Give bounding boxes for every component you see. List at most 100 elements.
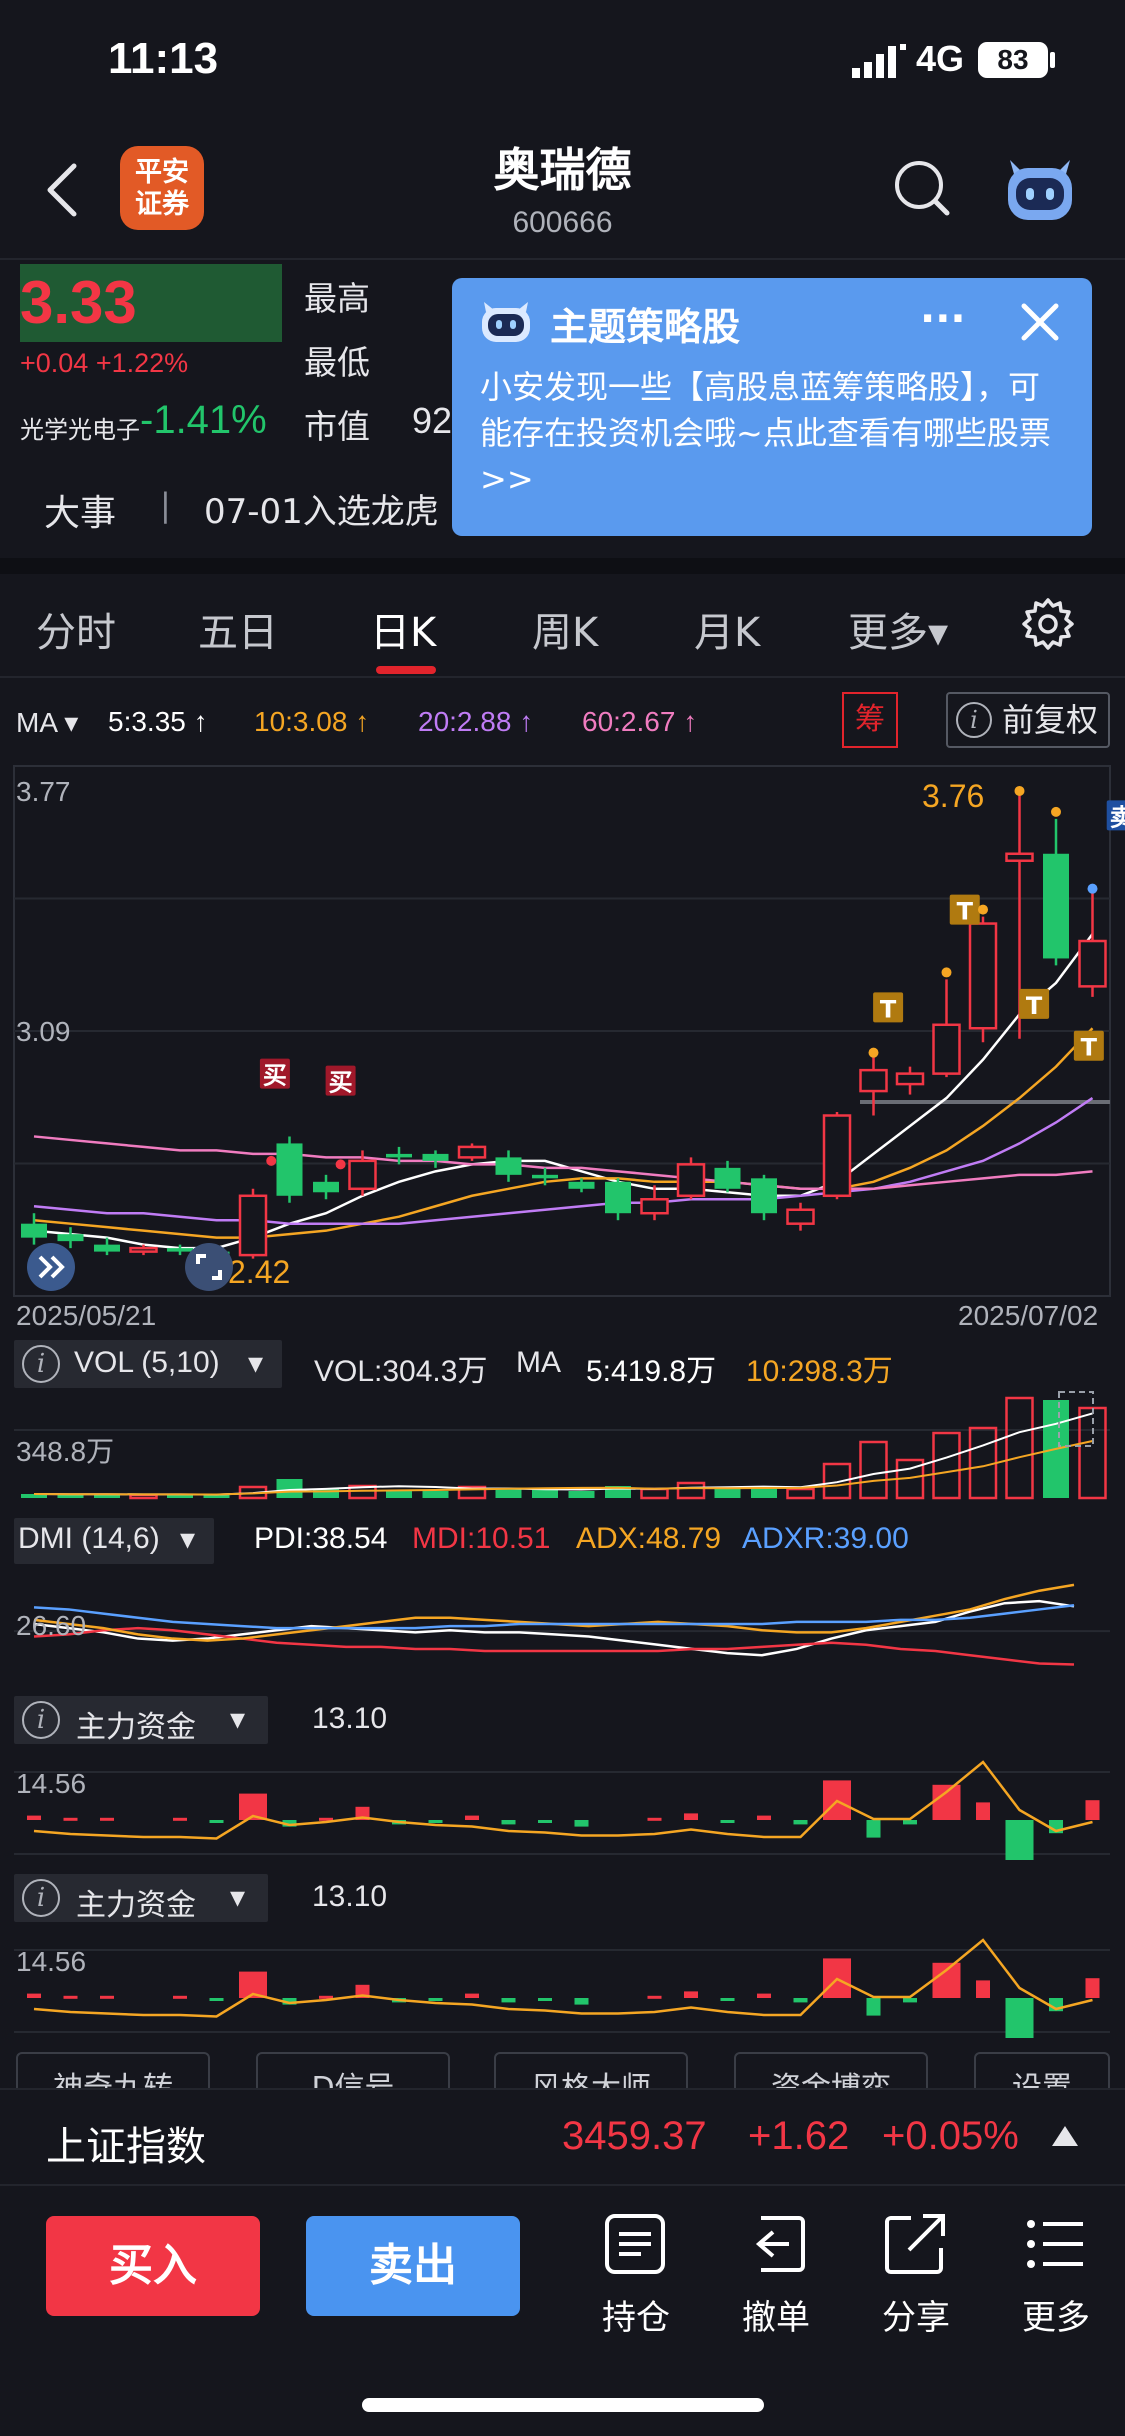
fullscreen-icon[interactable] <box>184 1242 234 1292</box>
fund-bar <box>793 1820 808 1825</box>
fund-bar <box>866 1998 881 2016</box>
fund-bar <box>757 1815 771 1820</box>
sell-button[interactable]: 卖出 <box>306 2216 520 2316</box>
fund-info-icon[interactable]: i <box>22 1701 60 1739</box>
tab-daily-k[interactable]: 日K <box>370 600 436 658</box>
robot-assistant-icon[interactable] <box>1000 150 1080 226</box>
dmi-pdi-line <box>33 1599 1075 1657</box>
fund-bar <box>932 1784 961 1820</box>
max-price-label: 3.76 <box>922 778 985 814</box>
marker-dot <box>978 904 988 915</box>
candle-body <box>822 1114 852 1198</box>
candle-body <box>1043 853 1069 959</box>
fund-dropdown-icon: ▾ <box>230 1703 246 1736</box>
candle-body <box>676 1163 706 1198</box>
volume-chart[interactable] <box>0 1390 1125 1502</box>
volume-bar <box>786 1487 815 1500</box>
marker-dot <box>266 1155 277 1166</box>
dmi-mdi: MDI:10.51 <box>412 1522 551 1555</box>
chip-distribution-button[interactable]: 筹 <box>842 692 898 748</box>
dmi-chart[interactable] <box>0 1566 1125 1682</box>
battery-tip <box>1050 52 1055 68</box>
expand-left-icon[interactable] <box>26 1242 76 1292</box>
menu-icon[interactable] <box>1021 2212 1091 2278</box>
candle-body <box>422 1153 449 1161</box>
volume-bar <box>422 1491 449 1498</box>
candle-body <box>751 1178 777 1214</box>
event-separator: | <box>160 486 171 524</box>
fund-info-icon-2[interactable]: i <box>22 1879 60 1917</box>
candle-body <box>605 1181 631 1214</box>
tab-five-day[interactable]: 五日 <box>198 600 278 658</box>
section-divider <box>0 558 1125 574</box>
candle-body <box>94 1244 120 1252</box>
dmi-adx: ADX:48.79 <box>576 1522 722 1555</box>
marker-dot <box>1087 883 1098 894</box>
expand-up-icon[interactable] <box>1050 2124 1080 2148</box>
gear-icon[interactable] <box>1020 596 1076 652</box>
fund-bar <box>574 1820 589 1827</box>
more-label[interactable]: 更多 <box>1006 2290 1106 2339</box>
sector-name[interactable]: 光学光电子 <box>20 410 140 445</box>
fund-bar <box>173 1817 187 1821</box>
tab-more[interactable]: 更多▾ <box>848 600 948 658</box>
popup-body[interactable]: 小安发现一些【高股息蓝筹策略股】，可能存在投资机会哦~点此查看有哪些股票>> <box>480 364 1060 502</box>
fund-bar <box>428 1820 443 1823</box>
close-icon[interactable] <box>1016 298 1064 346</box>
y-axis-mid: 3.09 <box>16 1016 71 1047</box>
home-indicator <box>362 2398 764 2412</box>
fund-bar <box>647 1817 662 1821</box>
popup-more-button[interactable]: ··· <box>920 296 966 342</box>
low-label: 最低 <box>304 343 370 382</box>
event-text[interactable]: 07-01入选龙虎 <box>204 484 439 533</box>
high-label: 最高 <box>304 279 370 318</box>
volume-bar <box>859 1440 888 1500</box>
fund-bar <box>574 1998 589 2005</box>
volume-bar <box>532 1490 558 1498</box>
fund-value: 13.10 <box>312 1702 388 1735</box>
fund-bar <box>903 1820 917 1825</box>
fund-bar <box>1005 1998 1034 2038</box>
fund-bar <box>903 1998 917 2003</box>
tab-monthly-k[interactable]: 月K <box>694 600 760 658</box>
volume-bar <box>676 1481 706 1500</box>
dmi-title: DMI (14,6) <box>18 1522 160 1555</box>
search-icon[interactable] <box>892 158 952 218</box>
stock-name: 奥瑞德 <box>493 143 632 197</box>
dropdown-icon: ▾ <box>248 1347 264 1380</box>
fund-bar <box>1085 1800 1100 1820</box>
buy-button[interactable]: 买入 <box>46 2216 260 2316</box>
index-change: +1.62 <box>748 2114 850 2158</box>
ma20-line <box>33 1097 1094 1225</box>
fund-line <box>33 1760 1093 1840</box>
cancel-order-label[interactable]: 撤单 <box>726 2290 826 2339</box>
fund-bar <box>684 1991 698 1998</box>
t-signal: T <box>957 898 974 926</box>
holdings-icon[interactable] <box>601 2212 671 2278</box>
candle-body <box>276 1143 303 1196</box>
cancel-order-icon[interactable] <box>741 2212 811 2278</box>
tab-weekly-k[interactable]: 周K <box>532 600 598 658</box>
current-price: 3.33 <box>20 269 137 336</box>
tab-intraday[interactable]: 分时 <box>36 600 116 658</box>
ma-selector[interactable]: MA ▾ <box>16 706 78 739</box>
vol-info-icon[interactable]: i <box>22 1345 60 1383</box>
fund-flow-chart[interactable] <box>0 1746 1125 1860</box>
ma5-value: 5:3.35 ↑ <box>108 706 208 737</box>
holdings-label[interactable]: 持仓 <box>586 2290 686 2339</box>
fund-flow-chart-2[interactable] <box>0 1924 1125 2038</box>
network-type: 4G <box>916 38 965 79</box>
share-icon[interactable] <box>881 2212 951 2278</box>
vol-ma-label: MA <box>516 1346 561 1379</box>
battery-icon: 83 <box>978 42 1048 78</box>
t-signal: T <box>1026 992 1043 1020</box>
share-label[interactable]: 分享 <box>866 2290 966 2339</box>
popup-title: 主题策略股 <box>550 305 741 349</box>
buy-signal: 买 <box>263 1062 287 1090</box>
info-icon: i <box>956 702 992 738</box>
fund-bar <box>720 1998 735 2001</box>
candlestick-chart[interactable]: 买 买 卖 T T T T <box>0 760 1125 1320</box>
fund-bar <box>1085 1978 1100 1998</box>
x-axis-end: 2025/07/02 <box>958 1300 1099 1331</box>
fund-title: 主力资金 <box>76 1711 196 1744</box>
